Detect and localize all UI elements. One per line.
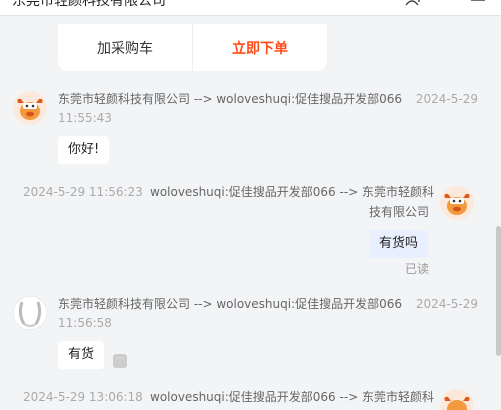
message-meta: woloveshuqi:促佳搜品开发部066 --> 东莞市轻颜科 [150, 184, 434, 201]
sender-line: 东莞市轻颜科技有限公司 --> woloveshuqi:促佳搜品开发部066 [58, 92, 403, 106]
message-meta: 东莞市轻颜科技有限公司 --> woloveshuqi:促佳搜品开发部066 2… [58, 91, 478, 108]
message-time: 2024-5-29 13:06:18 [23, 390, 143, 404]
sender-line: 东莞市轻颜科技有限公司 --> woloveshuqi:促佳搜品开发部066 [58, 297, 403, 311]
message-meta: 东莞市轻颜科技有限公司 --> woloveshuqi:促佳搜品开发部066 2… [58, 296, 478, 313]
seller-avatar[interactable] [13, 91, 47, 125]
message-bubble[interactable]: 有货吗 [369, 230, 429, 258]
message-time: 11:55:43 [58, 111, 112, 125]
chat-title: 东莞市轻颜科技有限公司 [12, 0, 166, 9]
more-options-icon[interactable]: ··· [113, 354, 127, 368]
message-bubble[interactable]: 你好! [58, 136, 110, 164]
message-bubble[interactable]: 有货 [58, 341, 105, 369]
message-date: 2024-5-29 [415, 92, 478, 106]
product-card: 加采购车 立即下单 [58, 24, 327, 71]
message-time: 11:56:58 [58, 316, 112, 330]
scrollbar[interactable] [496, 226, 501, 356]
message-time-row: 11:56:58 [58, 315, 112, 332]
message-time-row: 11:55:43 [58, 110, 112, 127]
message-meta: woloveshuqi:促佳搜品开发部066 --> 东莞市轻颜科 [150, 389, 434, 406]
add-user-icon[interactable] [405, 0, 423, 6]
menu-icon[interactable] [469, 0, 487, 6]
header-icons [405, 0, 487, 6]
message-time: 2024-5-29 11:56:23 [23, 185, 143, 199]
message-date: 2024-5-29 [415, 297, 478, 311]
product-avatar[interactable] [13, 296, 47, 330]
buy-now-button[interactable]: 立即下单 [193, 24, 327, 71]
read-status: 已读 [405, 262, 430, 276]
message-timestamp: 2024-5-29 13:06:18 [23, 389, 143, 406]
message-meta-continued: 技有限公司 [369, 204, 429, 221]
sender-line: woloveshuqi:促佳搜品开发部066 --> 东莞市轻颜科 [150, 390, 435, 404]
chat-header: 东莞市轻颜科技有限公司 [0, 0, 501, 16]
add-to-cart-button[interactable]: 加采购车 [58, 24, 193, 71]
seller-avatar[interactable] [440, 389, 474, 410]
sender-line-continued: 技有限公司 [369, 205, 430, 219]
sender-line: woloveshuqi:促佳搜品开发部066 --> 东莞市轻颜科 [150, 185, 435, 199]
seller-avatar[interactable] [440, 186, 474, 220]
message-timestamp: 2024-5-29 11:56:23 [23, 184, 143, 201]
more-icon[interactable] [437, 0, 455, 6]
